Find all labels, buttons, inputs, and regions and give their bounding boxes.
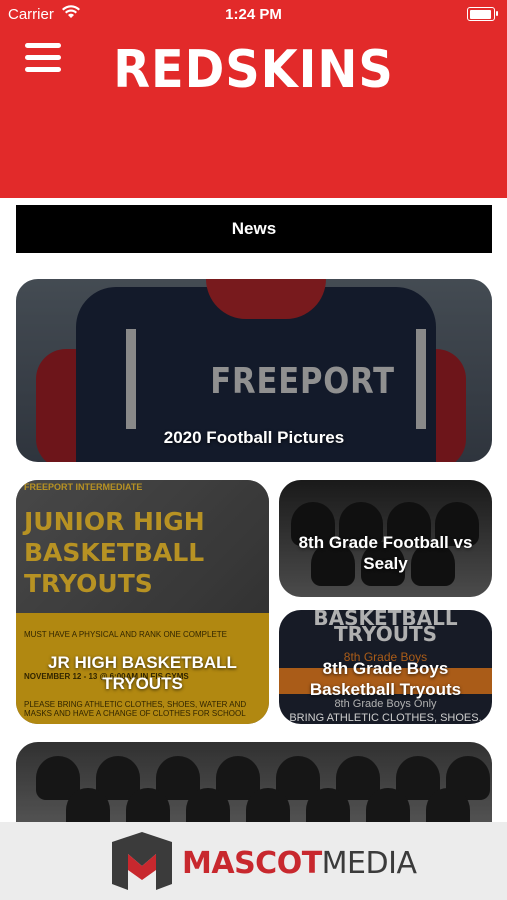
status-bar: Carrier 1:24 PM — [0, 0, 507, 28]
card-title: JR HIGH BASKETBALL TRYOUTS — [48, 653, 237, 693]
page-title: REDSKINS — [113, 40, 394, 100]
card-title: 8th Grade Boys Basketball Tryouts — [309, 659, 462, 699]
battery-icon — [467, 7, 498, 21]
footer-branding: MASCOTMEDIA — [0, 822, 507, 900]
news-section-button[interactable]: News — [16, 205, 492, 253]
news-card-football-pictures[interactable]: FREEPORT 2020 Football Pictures — [16, 279, 492, 462]
app-header: Carrier 1:24 PM REDSKINS — [0, 0, 507, 198]
news-card-8th-grade-football[interactable]: 8th Grade Football vs Sealy — [279, 480, 492, 597]
card-title: 2020 Football Pictures — [163, 428, 345, 447]
clock: 1:24 PM — [225, 6, 282, 23]
news-card-8th-grade-boys-basketball[interactable]: BASKETBALL TRYOUTS 8th Grade Boys 8th Gr… — [279, 610, 492, 724]
card-title: 8th Grade Football vs Sealy — [298, 533, 473, 573]
mascot-media-logo-icon — [112, 832, 172, 890]
news-card-jr-high-basketball[interactable]: FREEPORT INTERMEDIATE JUNIOR HIGH BASKET… — [16, 480, 269, 724]
footer-brand-name: MASCOTMEDIA — [182, 846, 417, 881]
